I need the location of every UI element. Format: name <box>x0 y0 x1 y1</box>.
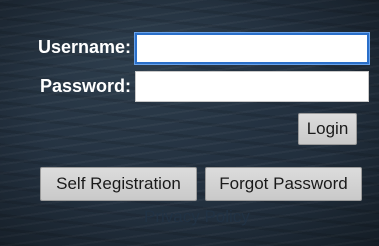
self-registration-button[interactable]: Self Registration <box>40 167 197 201</box>
password-label: Password: <box>39 76 131 96</box>
login-panel: Username: Password: Login Self Registrat… <box>0 0 379 246</box>
login-button[interactable]: Login <box>298 113 357 145</box>
forgot-password-button[interactable]: Forgot Password <box>205 167 362 201</box>
privacy-policy-link[interactable]: Privacy Policy <box>144 207 250 227</box>
username-label: Username: <box>37 37 131 57</box>
username-input[interactable] <box>135 33 369 64</box>
password-input[interactable] <box>135 71 369 102</box>
